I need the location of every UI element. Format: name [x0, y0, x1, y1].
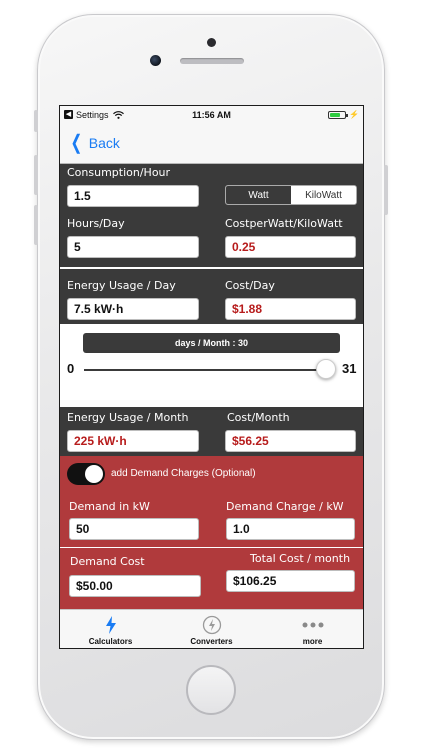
cost-day-value: $1.88 — [225, 298, 356, 320]
battery-icon — [328, 110, 349, 119]
energy-day-value: 7.5 kW·h — [67, 298, 199, 320]
unit-watt-segment[interactable]: Watt — [226, 186, 291, 204]
energy-month-label: Energy Usage / Month — [67, 411, 189, 424]
tab-bar: Calculators Converters more — [60, 609, 363, 648]
home-button[interactable] — [186, 665, 236, 715]
slider-track[interactable] — [84, 369, 334, 371]
cost-month-value: $56.25 — [225, 430, 356, 452]
unit-segmented-control: Watt KiloWatt — [225, 185, 357, 205]
cost-month-label: Cost/Month — [227, 411, 290, 424]
back-button[interactable]: ❮ Back — [68, 132, 120, 154]
back-label: Back — [88, 135, 120, 151]
power-button — [384, 165, 388, 215]
tab-calculators[interactable]: Calculators — [60, 610, 161, 648]
demand-cost-value: $50.00 — [69, 575, 201, 597]
more-dots-icon — [302, 615, 324, 635]
tab-converters[interactable]: Converters — [161, 610, 262, 648]
volume-up-button — [34, 155, 38, 195]
tab-converters-label: Converters — [190, 636, 233, 646]
demand-kw-input[interactable]: 50 — [69, 518, 199, 540]
days-slider-panel: days / Month : 30 0 31 — [60, 324, 363, 407]
cost-per-watt-label: CostperWatt/KiloWatt — [225, 217, 343, 230]
days-per-month-title: days / Month : 30 — [83, 333, 340, 353]
demand-divider — [60, 547, 363, 548]
demand-toggle-label: add Demand Charges (Optional) — [111, 468, 256, 479]
hours-input[interactable]: 5 — [67, 236, 199, 258]
tab-more-label: more — [302, 636, 323, 646]
consumption-label: Consumption/Hour — [67, 166, 171, 179]
energy-month-value: 225 kW·h — [67, 430, 199, 452]
demand-charge-input[interactable]: 1.0 — [226, 518, 355, 540]
section-divider — [60, 267, 363, 269]
unit-kilowatt-segment[interactable]: KiloWatt — [291, 186, 356, 204]
sensor-dot — [207, 38, 216, 47]
app-screen: ◀ Settings 11:56 AM ⚡ ❮ Back Consumption… — [59, 105, 364, 649]
demand-charges-toggle[interactable] — [67, 463, 105, 485]
demand-kw-label: Demand in kW — [69, 500, 150, 513]
bolt-icon — [105, 615, 117, 635]
demand-cost-label: Demand Cost — [70, 555, 145, 568]
consumption-input[interactable]: 1.5 — [67, 185, 199, 207]
tab-more[interactable]: more — [262, 610, 363, 648]
clock-time: 11:56 AM — [192, 109, 231, 120]
hours-label: Hours/Day — [67, 217, 125, 230]
earpiece-speaker — [180, 58, 244, 64]
total-cost-value: $106.25 — [226, 570, 355, 592]
chevron-left-icon: ❮ — [70, 132, 83, 154]
mute-switch — [34, 110, 38, 132]
cost-per-watt-input[interactable]: 0.25 — [225, 236, 356, 258]
slider-min-label: 0 — [67, 361, 75, 376]
demand-charges-panel: add Demand Charges (Optional) Demand in … — [60, 456, 363, 609]
total-cost-label: Total Cost / month — [250, 552, 351, 565]
energy-day-label: Energy Usage / Day — [67, 279, 176, 292]
gauge-icon — [202, 615, 222, 635]
navigation-bar: ❮ Back — [60, 123, 363, 164]
status-bar: ◀ Settings 11:56 AM ⚡ — [60, 106, 363, 123]
slider-thumb[interactable] — [315, 359, 336, 379]
volume-down-button — [34, 205, 38, 245]
cost-day-label: Cost/Day — [225, 279, 275, 292]
slider-max-label: 31 — [342, 361, 357, 376]
demand-charge-label: Demand Charge / kW — [226, 500, 344, 513]
tab-calculators-label: Calculators — [88, 636, 133, 646]
front-camera — [150, 55, 161, 66]
